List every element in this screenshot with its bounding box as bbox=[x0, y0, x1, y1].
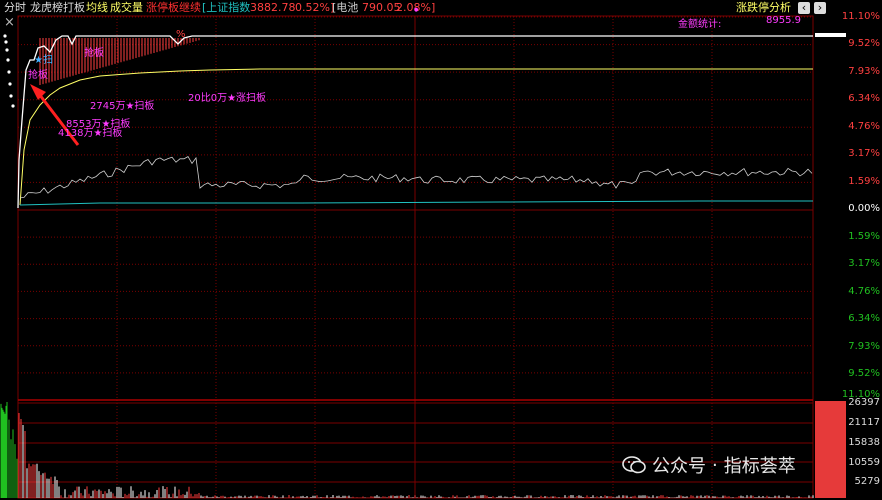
watermark-brand: 公众号 bbox=[652, 456, 706, 477]
percent-mark: % bbox=[176, 29, 186, 40]
watermark-name: 指标荟萃 bbox=[723, 456, 796, 477]
sweep-board-label: 20比0万★涨扫板 bbox=[188, 93, 267, 104]
price-dot bbox=[8, 82, 12, 86]
axis-label: 3.17% bbox=[848, 148, 880, 159]
axis-label: 1.59% bbox=[848, 176, 880, 187]
axis-label: 3.17% bbox=[848, 258, 880, 269]
volume-axis-label: 21117 bbox=[848, 417, 880, 428]
price-dot bbox=[3, 34, 7, 38]
price-dot bbox=[7, 70, 11, 74]
volume-axis-label: 10559 bbox=[848, 457, 880, 468]
ratio-line bbox=[19, 200, 813, 206]
axis-label: 6.34% bbox=[848, 93, 880, 104]
volume-axis-label: 26397 bbox=[848, 397, 880, 408]
volume-summary-block bbox=[815, 401, 846, 498]
price-dot bbox=[5, 48, 9, 52]
volume-axis-label: 15838 bbox=[848, 437, 880, 448]
price-dot bbox=[4, 40, 8, 44]
index-line bbox=[19, 156, 813, 199]
axis-label: 1.59% bbox=[848, 231, 880, 242]
axis-label: 9.52% bbox=[848, 38, 880, 49]
axis-label: 4.76% bbox=[848, 286, 880, 297]
total-amount-value: 8955.9 bbox=[766, 15, 801, 26]
total-amount-label: 金额统计: bbox=[678, 19, 722, 30]
average-line bbox=[19, 68, 813, 206]
axis-label: 6.34% bbox=[848, 313, 880, 324]
watermark: 公众号 · 指标荟萃 bbox=[618, 452, 800, 478]
axis-label: 7.93% bbox=[848, 66, 880, 77]
price-dot bbox=[6, 58, 10, 62]
axis-label: 0.00% bbox=[848, 203, 880, 214]
intraday-chart bbox=[0, 15, 846, 499]
watermark-separator: · bbox=[712, 454, 718, 476]
star-sweep-label: ★扫 bbox=[34, 55, 53, 66]
axis-label: 7.93% bbox=[848, 341, 880, 352]
grab-board-label: 抢板 bbox=[28, 70, 48, 81]
sweep-board-label: 4138万★扫板 bbox=[58, 128, 123, 139]
price-dot bbox=[11, 104, 15, 108]
last-price-marker bbox=[815, 33, 846, 37]
axis-label: 9.52% bbox=[848, 368, 880, 379]
axis-label: 4.76% bbox=[848, 121, 880, 132]
price-dot bbox=[9, 94, 13, 98]
wechat-icon bbox=[622, 455, 646, 475]
grab-board-label: 抢板 bbox=[84, 48, 104, 59]
sweep-board-label: 2745万★扫板 bbox=[90, 101, 155, 112]
axis-label: 11.10% bbox=[841, 11, 880, 22]
volume-axis-label: 5279 bbox=[854, 476, 880, 487]
